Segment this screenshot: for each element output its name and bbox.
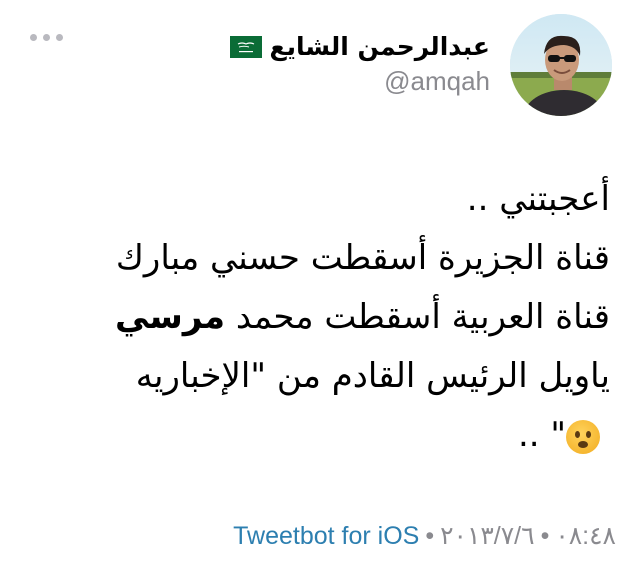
tweet-card: عبدالرحمن الشايع @amqah أعجبتني .. قناة … xyxy=(0,0,640,572)
avatar-photo xyxy=(510,14,612,116)
avatar[interactable] xyxy=(510,14,612,116)
tweet-line-part: قناة العربية أسقطت محمد xyxy=(235,297,610,337)
tweet-time: ٠٨:٤٨ xyxy=(555,522,616,550)
tweet-date: ٢٠١٣/٧/٦ xyxy=(440,522,535,550)
author-name[interactable]: عبدالرحمن الشايع xyxy=(270,32,490,62)
dot-icon xyxy=(56,34,63,41)
tweet-line: قناة الجزيرة أسقطت حسني مبارك xyxy=(115,238,610,278)
author-name-row[interactable]: عبدالرحمن الشايع xyxy=(229,32,490,62)
dot-icon xyxy=(43,34,50,41)
tweet-bold-word: مرسي xyxy=(115,297,226,337)
author-handle[interactable]: @amqah xyxy=(230,66,490,97)
tweet-line: ياويل الرئيس القادم من "الإخباريه xyxy=(135,356,610,396)
tweet-line-part: " .. xyxy=(517,415,566,455)
tweet-text: أعجبتني .. قناة الجزيرة أسقطت حسني مبارك… xyxy=(30,170,610,465)
saudi-flag-icon xyxy=(229,36,262,58)
tweet-line: أعجبتني .. xyxy=(466,179,610,219)
dot-icon xyxy=(30,34,37,41)
tweet-meta: Tweetbot for iOS • ٠٨:٤٨•٢٠١٣/٧/٦ xyxy=(233,520,616,552)
surprised-face-emoji-icon xyxy=(566,419,600,454)
tweet-line: " .. xyxy=(30,406,610,465)
client-link[interactable]: Tweetbot for iOS xyxy=(233,522,419,550)
separator: • xyxy=(540,522,550,550)
tweet-line: قناة العربية أسقطت محمد مرسي xyxy=(30,288,610,347)
more-options-button[interactable] xyxy=(30,34,63,41)
author-block: عبدالرحمن الشايع @amqah xyxy=(229,32,490,97)
separator: • xyxy=(425,522,435,550)
